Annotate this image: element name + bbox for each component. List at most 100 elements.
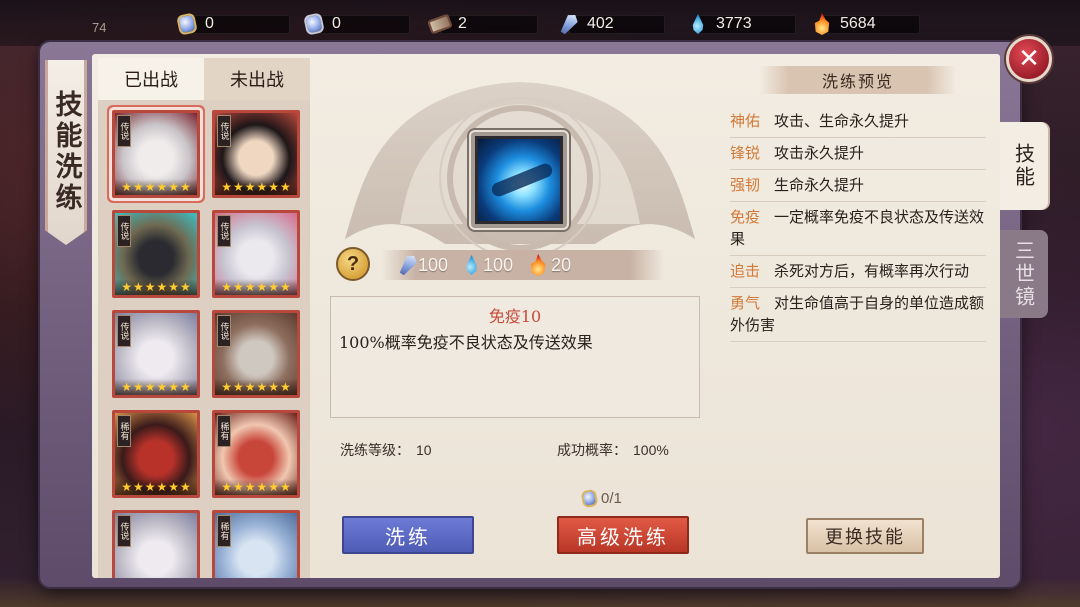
star-icon: ★ [256, 480, 268, 494]
close-icon: ✕ [1018, 44, 1040, 74]
star-icon: ★ [268, 380, 280, 394]
change-skill-button[interactable]: 更换技能 [806, 518, 924, 554]
star-icon: ★ [144, 380, 156, 394]
preview-item: 锋锐 攻击永久提升 [730, 138, 986, 170]
hero-rarity-badge: 传说 [217, 115, 231, 147]
star-icon: ★ [121, 280, 132, 294]
hero-card[interactable]: 稀有★★★★★★ [212, 510, 300, 578]
preview-item-name: 强韧 [730, 176, 761, 194]
cost-value: 20 [551, 254, 572, 275]
hero-card[interactable]: 传说★★★★★★ [112, 110, 200, 198]
refine-level-label: 洗练等级： [340, 443, 410, 459]
hero-card[interactable]: 传说★★★★★★ [112, 310, 200, 398]
star-icon: ★ [280, 380, 291, 394]
tab-mirror-label: 三世镜 [1011, 239, 1036, 309]
tab-deployed[interactable]: 已出战 [98, 58, 204, 100]
hero-rarity-badge: 传说 [117, 115, 131, 147]
hero-card[interactable]: 传说★★★★★★ [112, 510, 200, 578]
water-drop-icon [686, 12, 710, 36]
preview-item: 免疫 一定概率免疫不良状态及传送效果 [730, 202, 986, 256]
star-icon: ★ [180, 380, 191, 394]
preview-title: 洗练预览 [760, 66, 956, 94]
star-icon: ★ [156, 380, 168, 394]
title-banner: 技能洗练 [45, 60, 87, 245]
advanced-refine-button[interactable]: 高级洗练 [557, 516, 689, 554]
refine-cost: 100 100 20 [382, 250, 664, 280]
hero-card[interactable]: 传说★★★★★★ [112, 210, 200, 298]
scroll-icon [427, 12, 453, 36]
star-icon: ★ [132, 380, 144, 394]
star-icon: ★ [132, 180, 144, 194]
success-rate: 成功概率： 100% [557, 440, 669, 460]
success-rate-value: 100% [633, 442, 669, 458]
preview-item: 勇气 对生命值高于自身的单位造成额外伤害 [730, 288, 986, 342]
tab-undeployed[interactable]: 未出战 [204, 58, 310, 100]
star-icon: ★ [156, 180, 168, 194]
resource-crystal[interactable]: 402 [557, 11, 665, 37]
tab-mirror[interactable]: 三世镜 [1000, 230, 1048, 318]
hero-list[interactable]: 传说 ★ ★ ★ ★ ★ ★ 传说 ★ ★ ★ ★ ★ ★ 传说 ★ ★ ★ ★ ★ ★ 传说 ★ ★ ★ ★ ★ ★ 传说 ★ ★ ★ ★ ★ ★… [98, 100, 310, 578]
preview-item-name: 免疫 [730, 208, 761, 226]
success-rate-label: 成功概率： [557, 443, 627, 459]
preview-item: 强韧 生命永久提升 [730, 170, 986, 202]
cost-value: 100 [418, 254, 449, 275]
star-icon: ★ [121, 380, 132, 394]
resource-gold-gem[interactable]: 0 [175, 11, 290, 37]
hero-rarity-badge: 传说 [117, 215, 131, 247]
resource-silver-gem[interactable]: 0 [302, 11, 410, 37]
tab-skill[interactable]: 技能 [1000, 122, 1048, 210]
skill-icon-frame[interactable] [471, 132, 567, 228]
star-icon: ★ [244, 480, 256, 494]
hero-stars: ★ ★ ★ ★ ★ ★ [215, 279, 297, 295]
hero-card[interactable]: 稀有★★★★★★ [112, 410, 200, 498]
star-icon: ★ [232, 380, 244, 394]
cost-value: 100 [483, 254, 514, 275]
star-icon: ★ [144, 480, 156, 494]
cost-crystal: 100 [402, 254, 448, 276]
preview-item-desc: 杀死对方后，有概率再次行动 [774, 262, 970, 280]
preview-item-desc: 攻击、生命永久提升 [774, 112, 910, 130]
crystal-icon [557, 12, 581, 36]
help-button[interactable]: ? [336, 247, 370, 281]
star-icon: ★ [268, 180, 280, 194]
resource-water[interactable]: 3773 [686, 11, 796, 37]
star-icon: ★ [168, 180, 180, 194]
hero-stars: ★ ★ ★ ★ ★ ★ [215, 379, 297, 395]
refine-button[interactable]: 洗练 [342, 516, 474, 554]
resource-scroll[interactable]: 2 [427, 11, 538, 37]
star-icon: ★ [221, 380, 232, 394]
hero-card[interactable]: 稀有★★★★★★ [212, 410, 300, 498]
preview-item: 神佑 攻击、生命永久提升 [730, 106, 986, 138]
preview-item-desc: 攻击永久提升 [774, 144, 865, 162]
refine-level-value: 10 [416, 442, 432, 458]
refine-level: 洗练等级： 10 [340, 440, 432, 460]
star-icon: ★ [280, 480, 291, 494]
skill-description: 100%概率免疫不良状态及传送效果 [339, 333, 593, 352]
star-icon: ★ [221, 180, 232, 194]
hero-rarity-badge: 稀有 [217, 415, 231, 447]
resource-value: 0 [332, 15, 341, 32]
hero-card[interactable]: 传说 ★★★★★★ [212, 310, 300, 398]
star-icon: ★ [244, 280, 256, 294]
star-icon: ★ [268, 280, 280, 294]
star-icon: ★ [221, 480, 232, 494]
hero-stars: ★ ★ ★ ★ ★ ★ [215, 479, 297, 495]
hero-card[interactable]: 传说★★★★★★ [212, 210, 300, 298]
star-icon: ★ [156, 280, 168, 294]
star-icon: ★ [168, 280, 180, 294]
cost-water: 100 [464, 255, 513, 276]
hero-card[interactable]: 传说★★★★★★ [212, 110, 300, 198]
star-icon: ★ [232, 480, 244, 494]
star-icon: ★ [168, 380, 180, 394]
water-drop-icon [464, 255, 479, 275]
star-icon: ★ [180, 180, 191, 194]
star-icon: ★ [221, 280, 232, 294]
preview-item-name: 勇气 [730, 294, 761, 312]
star-icon: ★ [244, 180, 256, 194]
resource-flame[interactable]: 5684 [810, 11, 920, 37]
star-icon: ★ [156, 480, 168, 494]
hero-rarity-badge: 传说 [217, 315, 231, 347]
close-button[interactable]: ✕ [1006, 36, 1052, 82]
preview-item-desc: 生命永久提升 [774, 176, 865, 194]
star-icon: ★ [268, 480, 280, 494]
